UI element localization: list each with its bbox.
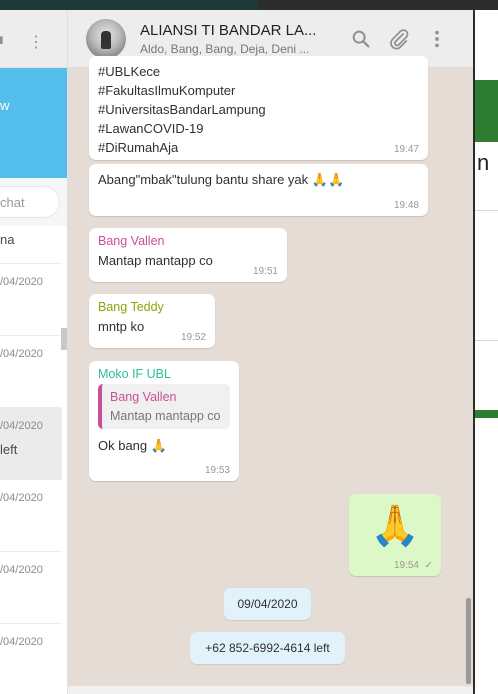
status-icon[interactable]: ■ [0,32,4,50]
chat-list-panel: ■ ⋮ w chat na /04/2020 /04/2020 /04/2020… [0,10,68,694]
outgoing-message-bubble[interactable]: 🙏 19:54 ✓ [349,494,441,576]
green-band-2 [475,410,498,418]
attach-icon[interactable] [388,28,410,50]
more-icon[interactable] [426,28,448,50]
notification-banner[interactable]: w [0,68,67,178]
message-bubble[interactable]: #UBLKece #FakultasIlmuKomputer #Universi… [89,56,428,160]
check-icon: ✓ [424,560,433,571]
system-message: +62 852-6992-4614 left [190,632,345,664]
quoted-author: Bang Vallen [110,390,177,404]
app-window: ■ ⋮ w chat na /04/2020 /04/2020 /04/2020… [0,0,498,694]
quoted-text: Mantap mantapp co [110,409,221,423]
message-author[interactable]: Moko IF UBL [98,367,230,381]
message-author[interactable]: Bang Vallen [98,234,278,248]
date-divider: 09/04/2020 [224,588,311,620]
message-time: 19:47 [393,144,419,155]
notice-text: w [0,98,10,113]
message-bubble[interactable]: Abang"mbak"tulung bantu share yak 🙏🙏 19:… [89,164,428,216]
background-window: n [473,10,498,694]
list-item[interactable]: na [0,226,62,264]
search-chat-input[interactable]: chat [0,186,60,218]
search-icon[interactable] [350,28,372,50]
green-band [475,80,498,142]
group-members: Aldo, Bang, Bang, Deja, Deni ... [140,42,310,56]
composer-edge [68,686,473,694]
chat-list-scrollbar[interactable] [61,328,67,350]
list-item[interactable]: /04/2020 [0,552,62,624]
avatar[interactable] [86,19,126,59]
message-time: 19:51 [252,266,278,277]
message-time: 19:52 [180,332,206,343]
message-bubble[interactable]: Bang Teddy mntp ko 19:52 [89,294,215,348]
right-letter: n [477,150,490,175]
quoted-message[interactable]: Bang Vallen Mantap mantapp co [98,384,230,429]
list-item[interactable]: /04/2020 left [0,408,62,480]
more-icon[interactable]: ⋮ [28,32,44,52]
window-top-strip [0,0,498,10]
search-placeholder: chat [0,195,25,210]
group-title: ALIANSI TI BANDAR LA... [140,22,317,39]
conversation-panel: ALIANSI TI BANDAR LA... Aldo, Bang, Bang… [68,10,473,694]
message-time: 19:53 [204,465,230,476]
message-author[interactable]: Bang Teddy [98,300,206,314]
message-time: 19:54 [393,560,419,571]
conversation-scrollbar[interactable] [466,598,471,684]
message-list: #UBLKece #FakultasIlmuKomputer #Universi… [68,56,473,694]
message-bubble[interactable]: Bang Vallen Mantap mantapp co 19:51 [89,228,287,282]
list-item[interactable]: /04/2020 [0,624,62,694]
list-item[interactable]: /04/2020 [0,264,62,336]
message-bubble[interactable]: Moko IF UBL Bang Vallen Mantap mantapp c… [89,361,239,481]
list-item[interactable]: /04/2020 [0,480,62,552]
message-time: 19:48 [393,200,419,211]
praying-hands-emoji: 🙏 [370,504,420,548]
chat-list-header: ■ ⋮ [0,10,67,68]
list-item[interactable]: /04/2020 [0,336,62,408]
